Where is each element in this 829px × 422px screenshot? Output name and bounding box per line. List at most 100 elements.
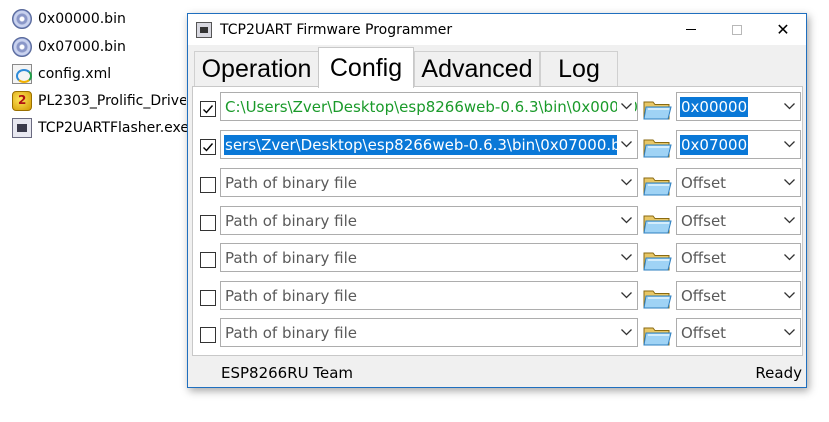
tab-label: Config — [329, 53, 403, 82]
chevron-down-icon[interactable] — [780, 207, 798, 234]
offset-combo[interactable]: Offset — [676, 206, 801, 235]
title-bar[interactable]: TCP2UART Firmware Programmer ✕ — [188, 14, 806, 45]
app-icon — [196, 21, 212, 38]
chevron-down-icon[interactable] — [617, 282, 635, 309]
tab-advanced[interactable]: Advanced — [414, 51, 540, 87]
offset-value: 0x07000 — [680, 135, 749, 155]
binary-path-value: sers\Zver\Desktop\esp8266web-0.6.3\bin\0… — [224, 135, 636, 155]
firmware-row-4: Path of binary file Offset — [193, 204, 804, 242]
tab-bar: Operation Config Advanced Log — [192, 47, 804, 88]
folder-icon — [643, 327, 672, 346]
tab-label: Log — [558, 55, 600, 83]
desktop-file-0x07000-bin[interactable]: 0x07000.bin — [12, 35, 126, 59]
folder-icon — [643, 139, 672, 158]
binary-path-combo[interactable]: Path of binary file — [220, 206, 638, 235]
binary-path-combo[interactable]: Path of binary file — [220, 168, 638, 197]
chevron-down-icon[interactable] — [780, 244, 798, 271]
browse-folder-button[interactable] — [642, 134, 672, 160]
desktop-file-pl2303-driver[interactable]: PL2303_Prolific_DriverInstaller — [12, 89, 186, 113]
firmware-row-6: Path of binary file Offset — [193, 279, 804, 317]
offset-combo[interactable]: Offset — [676, 243, 801, 272]
chevron-down-icon[interactable] — [780, 131, 798, 158]
offset-combo[interactable]: Offset — [676, 318, 801, 347]
exe-icon — [12, 118, 32, 138]
bin-disc-icon — [12, 37, 32, 57]
folder-icon — [643, 215, 672, 234]
file-label: 0x07000.bin — [38, 39, 126, 55]
offset-value: Offset — [681, 212, 727, 230]
chevron-down-icon[interactable] — [617, 131, 635, 158]
bin-disc-icon — [12, 9, 32, 29]
tab-config[interactable]: Config — [318, 47, 414, 88]
chevron-down-icon[interactable] — [780, 93, 798, 120]
folder-icon — [643, 252, 672, 271]
row-checkbox[interactable] — [200, 327, 216, 343]
status-ready: Ready — [755, 364, 802, 382]
offset-value: Offset — [681, 287, 727, 305]
xml-file-icon — [12, 64, 32, 84]
binary-path-value: Path of binary file — [225, 212, 357, 230]
file-label: TCP2UARTFlasher.exe — [38, 120, 189, 136]
offset-value: Offset — [681, 324, 727, 342]
chevron-down-icon[interactable] — [617, 93, 635, 120]
desktop-file-tcp2uartflasher-exe[interactable]: TCP2UARTFlasher.exe — [12, 116, 189, 140]
minimize-button[interactable] — [668, 14, 714, 45]
folder-icon — [643, 177, 672, 196]
binary-path-combo[interactable]: Path of binary file — [220, 318, 638, 347]
chevron-down-icon[interactable] — [780, 169, 798, 196]
maximize-button[interactable] — [714, 14, 760, 45]
file-label: 0x00000.bin — [38, 11, 126, 27]
close-button[interactable]: ✕ — [760, 14, 806, 45]
tab-operation[interactable]: Operation — [194, 51, 319, 87]
minimize-icon — [686, 29, 696, 30]
binary-path-combo[interactable]: C:\Users\Zver\Desktop\esp8266web-0.6.3\b… — [220, 92, 638, 121]
chevron-down-icon[interactable] — [780, 319, 798, 346]
config-panel: C:\Users\Zver\Desktop\esp8266web-0.6.3\b… — [192, 86, 803, 356]
firmware-row-5: Path of binary file Offset — [193, 241, 804, 279]
offset-combo[interactable]: 0x07000 — [676, 130, 801, 159]
row-checkbox[interactable] — [200, 139, 216, 155]
row-checkbox[interactable] — [200, 290, 216, 306]
chevron-down-icon[interactable] — [617, 319, 635, 346]
browse-folder-button[interactable] — [642, 247, 672, 273]
row-checkbox[interactable] — [200, 215, 216, 231]
file-label: config.xml — [38, 66, 112, 82]
binary-path-value: Path of binary file — [225, 174, 357, 192]
checkmark-icon — [203, 105, 214, 114]
row-checkbox[interactable] — [200, 177, 216, 193]
folder-icon — [643, 290, 672, 309]
chevron-down-icon[interactable] — [617, 207, 635, 234]
tab-log[interactable]: Log — [540, 51, 618, 87]
tab-label: Operation — [201, 55, 312, 83]
desktop-file-config-xml[interactable]: config.xml — [12, 62, 111, 86]
browse-folder-button[interactable] — [642, 96, 672, 122]
binary-path-value: C:\Users\Zver\Desktop\esp8266web-0.6.3\b… — [225, 98, 638, 116]
binary-path-value: Path of binary file — [225, 324, 357, 342]
offset-combo[interactable]: Offset — [676, 168, 801, 197]
status-bar: ESP8266RU Team Ready — [188, 359, 806, 387]
checkmark-icon — [203, 143, 214, 152]
chevron-down-icon[interactable] — [780, 282, 798, 309]
firmware-row-3: Path of binary file Offset — [193, 166, 804, 204]
binary-path-combo[interactable]: Path of binary file — [220, 243, 638, 272]
firmware-row-1: C:\Users\Zver\Desktop\esp8266web-0.6.3\b… — [193, 90, 804, 128]
binary-path-combo[interactable]: Path of binary file — [220, 281, 638, 310]
programmer-window: TCP2UART Firmware Programmer ✕ Operation… — [187, 13, 807, 388]
chevron-down-icon[interactable] — [617, 244, 635, 271]
browse-folder-button[interactable] — [642, 172, 672, 198]
browse-folder-button[interactable] — [642, 322, 672, 348]
row-checkbox[interactable] — [200, 252, 216, 268]
binary-path-combo[interactable]: sers\Zver\Desktop\esp8266web-0.6.3\bin\0… — [220, 130, 638, 159]
desktop-file-0x00000-bin[interactable]: 0x00000.bin — [12, 7, 126, 31]
setup-icon — [12, 91, 32, 111]
browse-folder-button[interactable] — [642, 210, 672, 236]
binary-path-value: Path of binary file — [225, 287, 357, 305]
row-checkbox[interactable] — [200, 101, 216, 117]
browse-folder-button[interactable] — [642, 285, 672, 311]
offset-combo[interactable]: 0x00000 — [676, 92, 801, 121]
maximize-icon — [732, 24, 742, 35]
file-label: PL2303_Prolific_DriverInstaller — [38, 93, 186, 109]
chevron-down-icon[interactable] — [617, 169, 635, 196]
offset-combo[interactable]: Offset — [676, 281, 801, 310]
firmware-row-7: Path of binary file Offset — [193, 316, 804, 354]
